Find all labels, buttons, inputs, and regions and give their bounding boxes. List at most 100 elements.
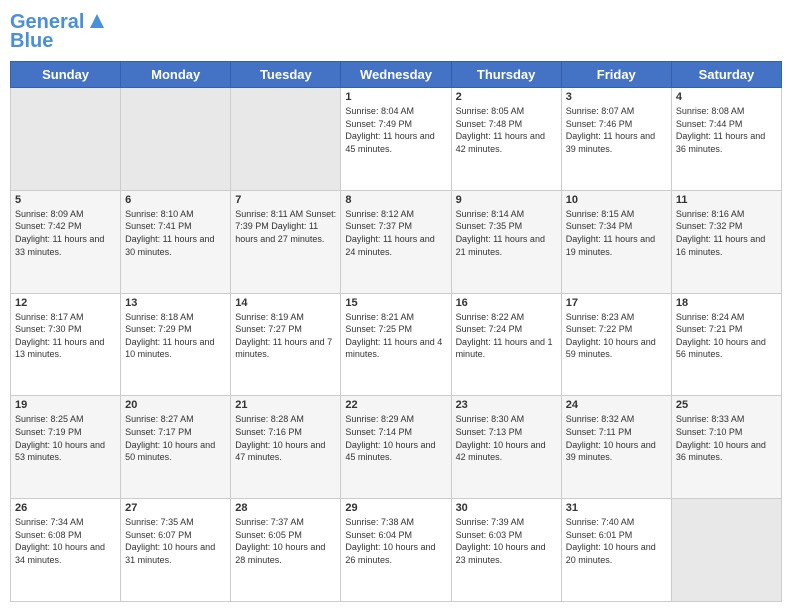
calendar-cell: 31 Sunrise: 7:40 AM Sunset: 6:01 PM Dayli… [561, 499, 671, 602]
day-number: 13 [125, 297, 226, 309]
calendar-cell: 6Sunrise: 8:10 AM Sunset: 7:41 PM Daylig… [121, 190, 231, 293]
day-number: 31 [566, 502, 667, 514]
day-number: 11 [676, 194, 777, 206]
day-number: 19 [15, 399, 116, 411]
day-info: Sunrise: 8:10 AM Sunset: 7:41 PM Dayligh… [125, 208, 226, 258]
week-row-5: 26 Sunrise: 7:34 AM Sunset: 6:08 PM Dayli… [11, 499, 782, 602]
calendar-cell: 13 Sunrise: 8:18 AM Sunset: 7:29 PM Dayli… [121, 293, 231, 396]
logo-icon [86, 10, 108, 32]
day-info: Sunrise: 7:35 AM Sunset: 6:07 PM Dayligh… [125, 516, 226, 566]
week-row-2: 5 Sunrise: 8:09 AM Sunset: 7:42 PM Daylig… [11, 190, 782, 293]
day-info: Sunrise: 8:32 AM Sunset: 7:11 PM Dayligh… [566, 413, 667, 463]
calendar-cell: 19 Sunrise: 8:25 AM Sunset: 7:19 PM Dayli… [11, 396, 121, 499]
day-number: 27 [125, 502, 226, 514]
calendar-cell: 16 Sunrise: 8:22 AM Sunset: 7:24 PM Dayli… [451, 293, 561, 396]
day-info: Sunrise: 8:05 AM Sunset: 7:48 PM Dayligh… [456, 105, 557, 155]
day-number: 16 [456, 297, 557, 309]
calendar-cell: 29 Sunrise: 7:38 AM Sunset: 6:04 PM Dayli… [341, 499, 451, 602]
calendar-cell: 4 Sunrise: 8:08 AM Sunset: 7:44 PM Daylig… [671, 88, 781, 191]
day-number: 20 [125, 399, 226, 411]
calendar-cell: 26 Sunrise: 7:34 AM Sunset: 6:08 PM Dayli… [11, 499, 121, 602]
day-number: 1 [345, 91, 446, 103]
day-info: Sunrise: 8:30 AM Sunset: 7:13 PM Dayligh… [456, 413, 557, 463]
day-number: 30 [456, 502, 557, 514]
day-info: Sunrise: 8:04 AM Sunset: 7:49 PM Dayligh… [345, 105, 446, 155]
day-number: 8 [345, 194, 446, 206]
day-number: 5 [15, 194, 116, 206]
day-number: 15 [345, 297, 446, 309]
day-number: 4 [676, 91, 777, 103]
day-info: Sunrise: 8:33 AM Sunset: 7:10 PM Dayligh… [676, 413, 777, 463]
calendar-cell: 8Sunrise: 8:12 AM Sunset: 7:37 PM Daylig… [341, 190, 451, 293]
calendar-cell: 18Sunrise: 8:24 AM Sunset: 7:21 PM Dayli… [671, 293, 781, 396]
calendar-cell: 17 Sunrise: 8:23 AM Sunset: 7:22 PM Dayli… [561, 293, 671, 396]
calendar-cell: 24 Sunrise: 8:32 AM Sunset: 7:11 PM Dayli… [561, 396, 671, 499]
weekday-header-row: SundayMondayTuesdayWednesdayThursdayFrid… [11, 62, 782, 88]
day-number: 21 [235, 399, 336, 411]
day-number: 12 [15, 297, 116, 309]
day-number: 10 [566, 194, 667, 206]
calendar-cell: 20 Sunrise: 8:27 AM Sunset: 7:17 PM Dayli… [121, 396, 231, 499]
day-number: 14 [235, 297, 336, 309]
calendar-cell: 28 Sunrise: 7:37 AM Sunset: 6:05 PM Dayli… [231, 499, 341, 602]
day-info: Sunrise: 8:11 AM Sunset: 7:39 PM Dayligh… [235, 208, 336, 246]
day-info: Sunrise: 8:07 AM Sunset: 7:46 PM Dayligh… [566, 105, 667, 155]
day-info: Sunrise: 8:09 AM Sunset: 7:42 PM Dayligh… [15, 208, 116, 258]
weekday-header-friday: Friday [561, 62, 671, 88]
day-info: Sunrise: 8:23 AM Sunset: 7:22 PM Dayligh… [566, 311, 667, 361]
calendar-cell: 25 Sunrise: 8:33 AM Sunset: 7:10 PM Dayli… [671, 396, 781, 499]
day-number: 28 [235, 502, 336, 514]
day-info: Sunrise: 8:21 AM Sunset: 7:25 PM Dayligh… [345, 311, 446, 361]
day-info: Sunrise: 8:08 AM Sunset: 7:44 PM Dayligh… [676, 105, 777, 155]
calendar-cell: 30 Sunrise: 7:39 AM Sunset: 6:03 PM Dayli… [451, 499, 561, 602]
day-info: Sunrise: 7:37 AM Sunset: 6:05 PM Dayligh… [235, 516, 336, 566]
day-number: 25 [676, 399, 777, 411]
day-number: 18 [676, 297, 777, 309]
week-row-4: 19 Sunrise: 8:25 AM Sunset: 7:19 PM Dayli… [11, 396, 782, 499]
calendar-cell [671, 499, 781, 602]
day-info: Sunrise: 7:40 AM Sunset: 6:01 PM Dayligh… [566, 516, 667, 566]
calendar-cell: 15 Sunrise: 8:21 AM Sunset: 7:25 PM Dayli… [341, 293, 451, 396]
calendar-cell: 12 Sunrise: 8:17 AM Sunset: 7:30 PM Dayli… [11, 293, 121, 396]
day-number: 7 [235, 194, 336, 206]
calendar-cell: 14Sunrise: 8:19 AM Sunset: 7:27 PM Dayli… [231, 293, 341, 396]
header: General Blue [10, 10, 782, 53]
day-number: 24 [566, 399, 667, 411]
calendar-cell [121, 88, 231, 191]
weekday-header-monday: Monday [121, 62, 231, 88]
week-row-1: 1 Sunrise: 8:04 AM Sunset: 7:49 PM Daylig… [11, 88, 782, 191]
day-info: Sunrise: 8:27 AM Sunset: 7:17 PM Dayligh… [125, 413, 226, 463]
calendar-cell: 3 Sunrise: 8:07 AM Sunset: 7:46 PM Daylig… [561, 88, 671, 191]
day-number: 22 [345, 399, 446, 411]
calendar-cell: 5 Sunrise: 8:09 AM Sunset: 7:42 PM Daylig… [11, 190, 121, 293]
day-info: Sunrise: 8:14 AM Sunset: 7:35 PM Dayligh… [456, 208, 557, 258]
day-info: Sunrise: 8:25 AM Sunset: 7:19 PM Dayligh… [15, 413, 116, 463]
calendar-cell: 27 Sunrise: 7:35 AM Sunset: 6:07 PM Dayli… [121, 499, 231, 602]
day-number: 26 [15, 502, 116, 514]
weekday-header-saturday: Saturday [671, 62, 781, 88]
calendar-cell: 1 Sunrise: 8:04 AM Sunset: 7:49 PM Daylig… [341, 88, 451, 191]
calendar-cell [231, 88, 341, 191]
calendar-cell: 7 Sunrise: 8:11 AM Sunset: 7:39 PM Daylig… [231, 190, 341, 293]
day-info: Sunrise: 7:38 AM Sunset: 6:04 PM Dayligh… [345, 516, 446, 566]
day-number: 3 [566, 91, 667, 103]
day-info: Sunrise: 8:18 AM Sunset: 7:29 PM Dayligh… [125, 311, 226, 361]
calendar-cell: 9 Sunrise: 8:14 AM Sunset: 7:35 PM Daylig… [451, 190, 561, 293]
logo-blue: Blue [10, 30, 53, 53]
day-info: Sunrise: 8:22 AM Sunset: 7:24 PM Dayligh… [456, 311, 557, 361]
day-number: 29 [345, 502, 446, 514]
calendar-cell: 23 Sunrise: 8:30 AM Sunset: 7:13 PM Dayli… [451, 396, 561, 499]
day-number: 2 [456, 91, 557, 103]
day-number: 17 [566, 297, 667, 309]
day-number: 23 [456, 399, 557, 411]
calendar-cell: 22Sunrise: 8:29 AM Sunset: 7:14 PM Dayli… [341, 396, 451, 499]
calendar-cell: 11 Sunrise: 8:16 AM Sunset: 7:32 PM Dayli… [671, 190, 781, 293]
day-info: Sunrise: 8:17 AM Sunset: 7:30 PM Dayligh… [15, 311, 116, 361]
week-row-3: 12 Sunrise: 8:17 AM Sunset: 7:30 PM Dayli… [11, 293, 782, 396]
page: General Blue SundayMondayTuesdayWednesda… [0, 0, 792, 612]
day-info: Sunrise: 8:15 AM Sunset: 7:34 PM Dayligh… [566, 208, 667, 258]
day-info: Sunrise: 8:16 AM Sunset: 7:32 PM Dayligh… [676, 208, 777, 258]
day-number: 9 [456, 194, 557, 206]
day-info: Sunrise: 7:39 AM Sunset: 6:03 PM Dayligh… [456, 516, 557, 566]
day-info: Sunrise: 7:34 AM Sunset: 6:08 PM Dayligh… [15, 516, 116, 566]
